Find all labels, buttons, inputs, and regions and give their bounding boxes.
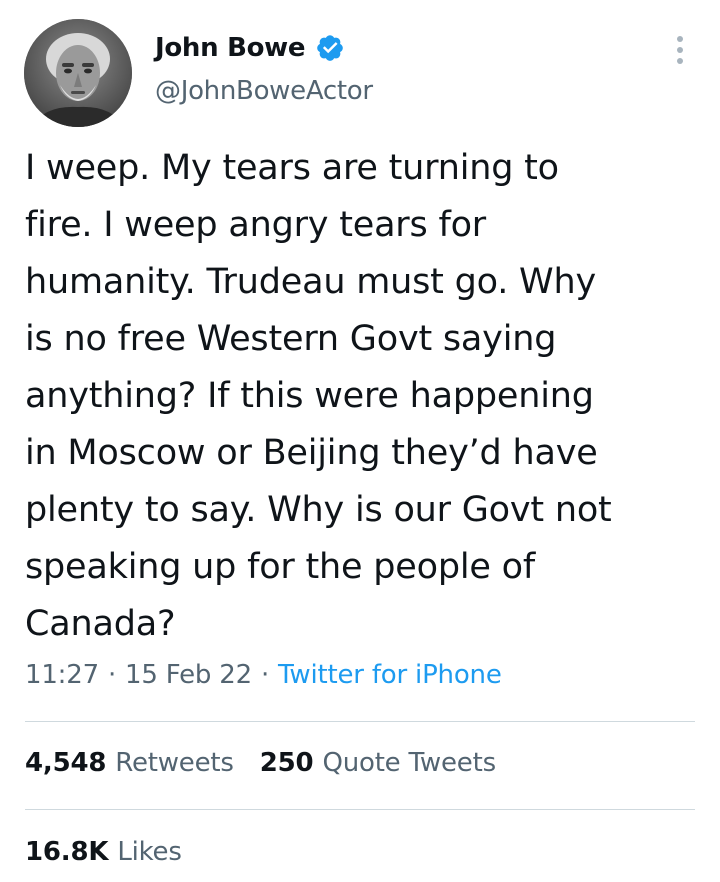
retweets-stat[interactable]: 4,548 Retweets [25,748,234,778]
engagement-stats-row: 4,548 Retweets 250 Quote Tweets [25,748,496,778]
more-dot [677,36,683,42]
quote-tweets-label: Quote Tweets [322,748,496,778]
more-dot [677,47,683,53]
likes-stats-row: 16.8K Likes [25,837,182,867]
author-handle[interactable]: @JohnBoweActor [155,76,373,106]
author-display-name[interactable]: John Bowe [155,33,306,63]
tweet-time[interactable]: 11:27 [25,660,99,690]
quote-tweets-stat[interactable]: 250 Quote Tweets [260,748,496,778]
verified-badge-icon [317,35,344,61]
retweets-count: 4,548 [25,748,107,778]
meta-separator: · [260,660,270,690]
tweet-meta: 11:27 · 15 Feb 22 · Twitter for iPhone [25,660,502,690]
divider [25,809,695,810]
likes-count: 16.8K [25,837,109,867]
avatar[interactable] [24,19,132,127]
tweet-source-link[interactable]: Twitter for iPhone [278,660,502,690]
more-dot [677,58,683,64]
tweet-date[interactable]: 15 Feb 22 [125,660,252,690]
tweet-detail: John Bowe @JohnBoweActor I weep. My tear… [0,0,720,882]
divider [25,721,695,722]
quote-tweets-count: 250 [259,748,314,778]
more-options-icon[interactable] [668,30,692,70]
retweets-label: Retweets [115,748,234,778]
likes-label: Likes [117,837,182,867]
tweet-text: I weep. My tears are turning to fire. I … [25,148,612,644]
likes-stat[interactable]: 16.8K Likes [25,837,182,867]
meta-separator: · [107,660,117,690]
author-name-row[interactable]: John Bowe [155,30,345,66]
avatar-portrait-image [24,19,132,127]
